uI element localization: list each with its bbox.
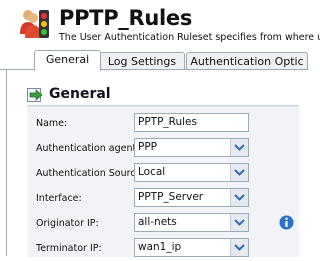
tab-general[interactable]: General: [34, 50, 101, 71]
name-value: PPTP_Rules: [138, 116, 197, 128]
auth-source-value: Local: [138, 166, 166, 178]
form-row-interface: Interface: PPTP_Server: [27, 186, 299, 211]
page-title: PPTP_Rules: [59, 6, 193, 30]
section-header: General: [27, 85, 308, 106]
form-row-auth-source: Authentication Source: Local: [27, 161, 299, 186]
chevron-down-icon[interactable]: [230, 164, 248, 181]
form-row-auth-agent: Authentication agent: PPP: [27, 136, 299, 161]
section-title: General: [49, 86, 111, 102]
arrow-right-icon: [27, 87, 44, 103]
name-input[interactable]: PPTP_Rules: [134, 113, 249, 132]
terminator-ip-select[interactable]: wan1_ip: [134, 238, 249, 257]
page-header: PPTP_Rules The User Authentication Rules…: [0, 0, 320, 46]
users-traffic-icon: [18, 7, 52, 41]
interface-select[interactable]: PPTP_Server: [134, 188, 249, 207]
tab-log-settings[interactable]: Log Settings: [99, 52, 185, 70]
general-form: Name: PPTP_Rules Authentication agent: P…: [27, 106, 299, 257]
originator-ip-select[interactable]: all-nets: [134, 213, 249, 232]
auth-source-select[interactable]: Local: [134, 163, 249, 182]
auth-agent-value: PPP: [138, 141, 157, 153]
chevron-down-icon[interactable]: [230, 139, 248, 156]
auth-source-label: Authentication Source:: [36, 168, 145, 179]
originator-ip-value: all-nets: [138, 216, 177, 228]
form-row-terminator-ip: Terminator IP: wan1_ip: [27, 236, 299, 261]
interface-label: Interface:: [36, 193, 82, 204]
chevron-down-icon[interactable]: [230, 189, 248, 206]
terminator-ip-value: wan1_ip: [138, 241, 182, 253]
terminator-ip-label: Terminator IP:: [36, 243, 102, 254]
originator-ip-label: Originator IP:: [36, 218, 99, 229]
form-row-originator-ip: Originator IP: all-nets: [27, 211, 299, 236]
chevron-down-icon[interactable]: [230, 239, 248, 256]
info-icon[interactable]: [279, 215, 294, 230]
chevron-down-icon[interactable]: [230, 214, 248, 231]
form-row-name: Name: PPTP_Rules: [27, 111, 299, 136]
name-label: Name:: [36, 118, 68, 129]
interface-value: PPTP_Server: [138, 191, 204, 203]
tab-bar: General Log Settings Authentication Opti…: [0, 46, 308, 71]
page-subtitle: The User Authentication Ruleset specifie…: [59, 32, 320, 43]
auth-agent-label: Authentication agent:: [36, 143, 140, 154]
auth-agent-select[interactable]: PPP: [134, 138, 249, 157]
tab-authentication-options[interactable]: Authentication Optic: [186, 52, 308, 70]
